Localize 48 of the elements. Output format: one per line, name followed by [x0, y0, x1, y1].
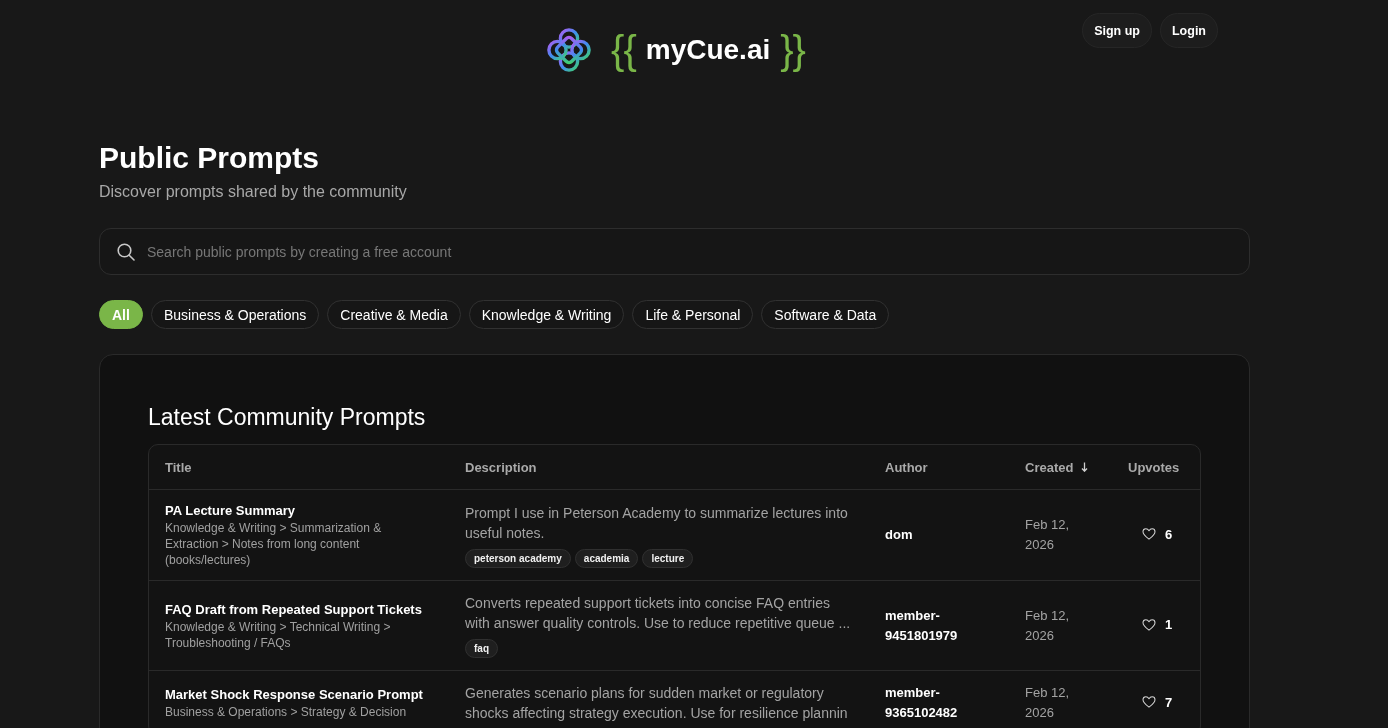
section-title: Latest Community Prompts — [148, 403, 427, 432]
prompt-title[interactable]: FAQ Draft from Repeated Support Tickets — [165, 600, 433, 619]
page-title: Public Prompts — [99, 140, 321, 176]
heart-icon — [1141, 618, 1156, 631]
column-header[interactable]: Created — [1025, 459, 1089, 475]
brand-name: myCue.ai — [645, 33, 771, 67]
prompt-description: Converts repeated support tickets into concise FAQ entries with answer quality controls. Use to reduce repetitive queue ... — [465, 594, 852, 633]
auth-button[interactable]: Sign up — [1082, 13, 1152, 48]
column-header[interactable]: Title — [165, 459, 192, 475]
search-icon — [117, 242, 135, 261]
column-header[interactable]: Upvotes — [1128, 459, 1180, 475]
heart-icon — [1141, 696, 1156, 708]
brace-mark: }} — [780, 28, 805, 72]
search-input[interactable]: Search public prompts by creating a free account — [147, 236, 1233, 267]
prompt-description: Prompt I use in Peterson Academy to summarize lectures into useful notes. — [465, 503, 849, 543]
prompt-description: Generates scenario plans for sudden market or regulatory shocks affecting strategy execution. Use for resilience plannin — [465, 684, 849, 723]
category-path: Business & Operations > Strategy & Decision — [165, 704, 408, 720]
prompt-tag: faq — [465, 639, 498, 658]
prompt-title[interactable]: PA Lecture Summary — [165, 502, 433, 520]
page-subtitle: Discover prompts shared by the community — [99, 182, 408, 202]
category-filter[interactable]: Life & Personal — [632, 300, 754, 329]
author-name: member-9365102482 — [885, 685, 958, 720]
upvote-button[interactable]: 7 — [1141, 694, 1173, 710]
prompt-tag: lecture — [642, 548, 694, 568]
prompt-tag: academia — [574, 548, 639, 568]
created-date: Feb 12, 2026 — [1025, 606, 1071, 645]
created-date: Feb 12, 2026 — [1025, 516, 1071, 554]
upvote-button[interactable]: 6 — [1141, 526, 1173, 542]
author-name: dom — [885, 527, 913, 542]
column-header[interactable]: Author — [885, 459, 928, 475]
category-filter[interactable]: Business & Operations — [150, 300, 320, 329]
knot-logo-icon — [547, 28, 592, 72]
heart-icon — [1141, 528, 1156, 540]
category-filter[interactable]: Software & Data — [761, 300, 890, 329]
category-filter[interactable]: Knowledge & Writing — [468, 300, 625, 329]
prompt-title[interactable]: Market Shock Response Scenario Prompt — [165, 686, 433, 704]
brace-mark: {{ — [611, 28, 636, 72]
sort-arrow-icon — [1081, 462, 1089, 472]
search-field[interactable]: Search public prompts by creating a free account — [99, 228, 1250, 275]
category-path: Knowledge & Writing > Summarization & Extraction > Notes from long content (books/lectures) — [165, 520, 383, 568]
created-date: Feb 12, 2026 — [1025, 684, 1071, 722]
auth-button[interactable]: Login — [1160, 13, 1218, 48]
column-header[interactable]: Description — [465, 459, 537, 475]
category-filter[interactable]: Creative & Media — [327, 300, 461, 329]
prompt-tag: peterson academy — [465, 548, 571, 568]
author-name: member-9451801979 — [885, 607, 958, 643]
upvote-button[interactable]: 1 — [1141, 617, 1173, 632]
category-path: Knowledge & Writing > Technical Writing > Troubleshooting / FAQs — [165, 618, 392, 651]
